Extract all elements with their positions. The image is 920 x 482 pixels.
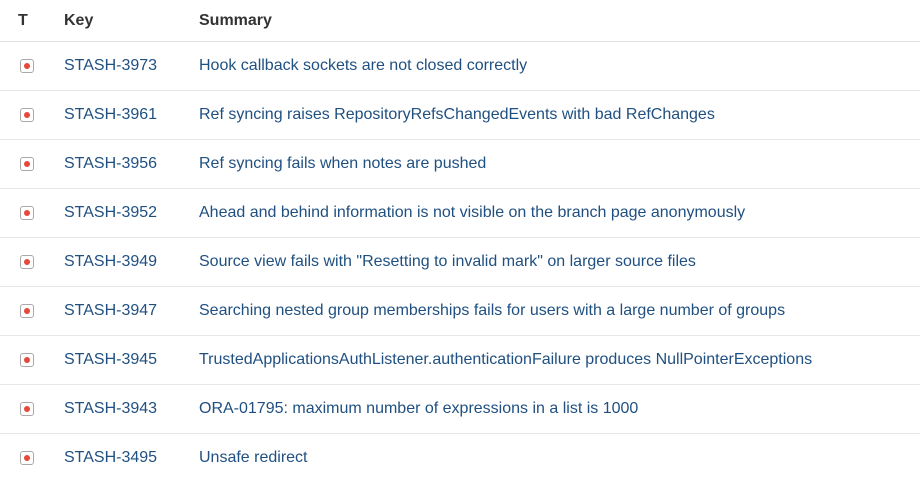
issue-summary-cell: ORA-01795: maximum number of expressions…: [199, 385, 920, 434]
issue-key-link[interactable]: STASH-3945: [64, 351, 157, 368]
issue-summary-link[interactable]: Ref syncing raises RepositoryRefsChanged…: [199, 106, 715, 123]
bug-icon[interactable]: [20, 353, 34, 367]
column-header-summary[interactable]: Summary: [199, 0, 920, 42]
issue-summary-cell: Ahead and behind information is not visi…: [199, 189, 920, 238]
issue-summary-cell: Ref syncing raises RepositoryRefsChanged…: [199, 91, 920, 140]
issue-type-cell: [0, 91, 64, 140]
column-header-type[interactable]: T: [0, 0, 64, 42]
issue-type-cell: [0, 140, 64, 189]
table-row: STASH-3943 ORA-01795: maximum number of …: [0, 385, 920, 434]
issue-type-cell: [0, 434, 64, 482]
issue-type-cell: [0, 42, 64, 91]
issue-summary-link[interactable]: Unsafe redirect: [199, 449, 308, 466]
bug-icon[interactable]: [20, 59, 34, 73]
table-row: STASH-3949 Source view fails with "Reset…: [0, 238, 920, 287]
issue-key-link[interactable]: STASH-3956: [64, 155, 157, 172]
issue-key-link[interactable]: STASH-3961: [64, 106, 157, 123]
table-header-row: T Key Summary: [0, 0, 920, 42]
table-row: STASH-3945 TrustedApplicationsAuthListen…: [0, 336, 920, 385]
table-row: STASH-3947 Searching nested group member…: [0, 287, 920, 336]
issue-summary-cell: Ref syncing fails when notes are pushed: [199, 140, 920, 189]
issue-key-link[interactable]: STASH-3947: [64, 302, 157, 319]
issue-summary-link[interactable]: Ref syncing fails when notes are pushed: [199, 155, 486, 172]
issue-key-link[interactable]: STASH-3949: [64, 253, 157, 270]
issue-summary-cell: Unsafe redirect: [199, 434, 920, 482]
issue-key-cell: STASH-3495: [64, 434, 199, 482]
issue-summary-link[interactable]: Hook callback sockets are not closed cor…: [199, 57, 527, 74]
issue-type-cell: [0, 189, 64, 238]
column-header-key[interactable]: Key: [64, 0, 199, 42]
issue-type-cell: [0, 287, 64, 336]
table-row: STASH-3973 Hook callback sockets are not…: [0, 42, 920, 91]
issue-summary-cell: Source view fails with "Resetting to inv…: [199, 238, 920, 287]
issue-summary-link[interactable]: Ahead and behind information is not visi…: [199, 204, 745, 221]
issue-key-link[interactable]: STASH-3495: [64, 449, 157, 466]
issues-table: T Key Summary STASH-3973 Hook callback s…: [0, 0, 920, 482]
table-row: STASH-3956 Ref syncing fails when notes …: [0, 140, 920, 189]
bug-icon[interactable]: [20, 206, 34, 220]
issue-type-cell: [0, 238, 64, 287]
bug-icon[interactable]: [20, 402, 34, 416]
table-row: STASH-3495 Unsafe redirect: [0, 434, 920, 482]
issue-key-link[interactable]: STASH-3973: [64, 57, 157, 74]
issue-key-link[interactable]: STASH-3943: [64, 400, 157, 417]
issue-key-cell: STASH-3961: [64, 91, 199, 140]
table-row: STASH-3961 Ref syncing raises Repository…: [0, 91, 920, 140]
issue-key-link[interactable]: STASH-3952: [64, 204, 157, 221]
bug-icon[interactable]: [20, 157, 34, 171]
bug-icon[interactable]: [20, 108, 34, 122]
issue-key-cell: STASH-3945: [64, 336, 199, 385]
bug-icon[interactable]: [20, 255, 34, 269]
issue-key-cell: STASH-3947: [64, 287, 199, 336]
bug-icon[interactable]: [20, 451, 34, 465]
issue-key-cell: STASH-3943: [64, 385, 199, 434]
issue-summary-link[interactable]: TrustedApplicationsAuthListener.authenti…: [199, 351, 812, 368]
issue-key-cell: STASH-3952: [64, 189, 199, 238]
issue-summary-cell: Searching nested group memberships fails…: [199, 287, 920, 336]
bug-icon[interactable]: [20, 304, 34, 318]
issue-type-cell: [0, 336, 64, 385]
issue-summary-link[interactable]: Searching nested group memberships fails…: [199, 302, 785, 319]
table-row: STASH-3952 Ahead and behind information …: [0, 189, 920, 238]
issue-summary-cell: TrustedApplicationsAuthListener.authenti…: [199, 336, 920, 385]
issue-key-cell: STASH-3973: [64, 42, 199, 91]
issue-key-cell: STASH-3956: [64, 140, 199, 189]
issue-summary-cell: Hook callback sockets are not closed cor…: [199, 42, 920, 91]
issue-summary-link[interactable]: Source view fails with "Resetting to inv…: [199, 253, 696, 270]
issues-table-body: STASH-3973 Hook callback sockets are not…: [0, 42, 920, 482]
issue-key-cell: STASH-3949: [64, 238, 199, 287]
issue-type-cell: [0, 385, 64, 434]
issue-summary-link[interactable]: ORA-01795: maximum number of expressions…: [199, 400, 638, 417]
